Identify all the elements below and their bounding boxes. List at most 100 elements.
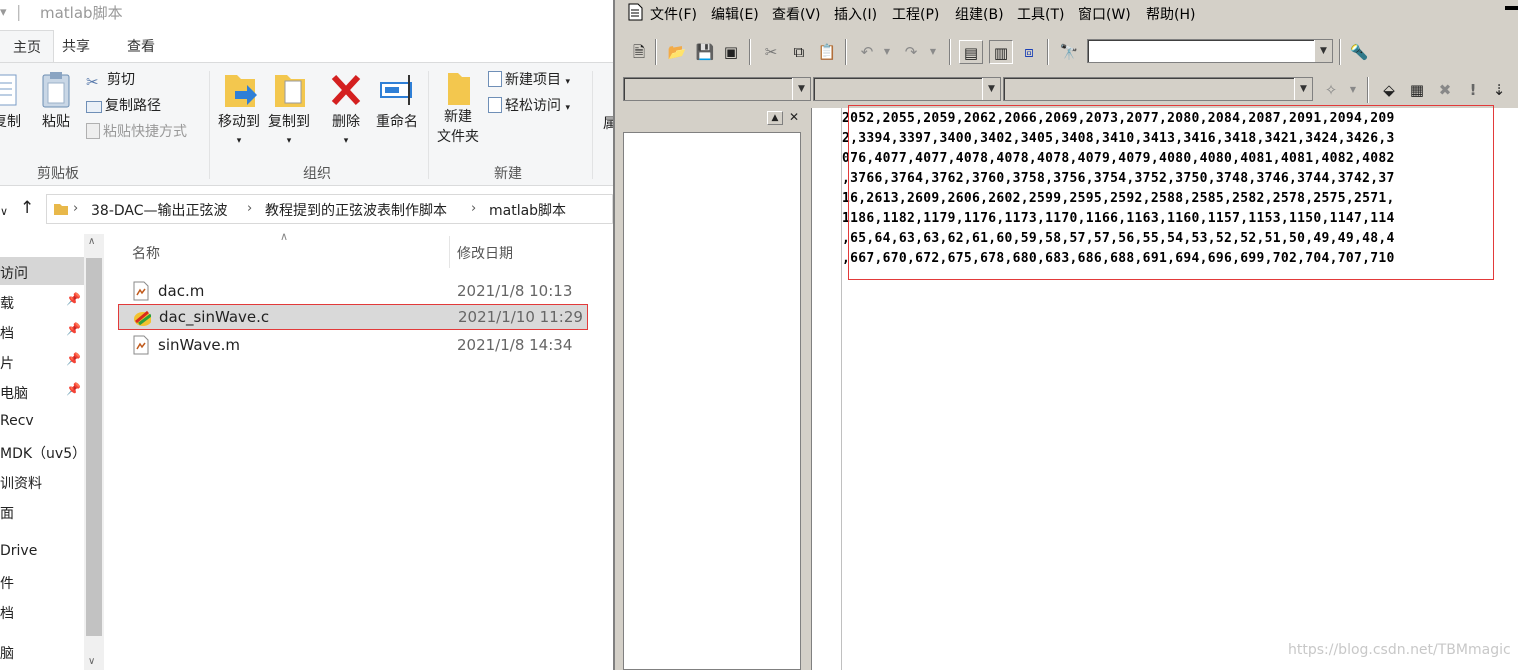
new-folder-button[interactable]: 新建 文件夹 <box>432 69 484 147</box>
delete-button[interactable]: 删除 ▾ <box>324 69 368 147</box>
menu-help[interactable]: 帮助(H) <box>1146 4 1195 24</box>
copy-button[interactable]: 复制 <box>0 71 22 131</box>
menu-file[interactable]: 文件(F) <box>650 4 697 24</box>
copy-path-button[interactable]: 复制路径 <box>86 95 161 115</box>
workspace-restore-icon[interactable]: ▲ <box>767 111 783 125</box>
minimize-icon[interactable] <box>1505 6 1518 10</box>
nav-item-recv[interactable]: Recv <box>0 413 34 429</box>
menu-edit[interactable]: 编辑(E) <box>711 4 759 24</box>
wizard-action-dropdown-icon[interactable]: ▼ <box>1341 78 1365 102</box>
compile-icon[interactable]: ⬙ <box>1377 78 1401 102</box>
save-all-icon[interactable]: ▣ <box>719 40 743 64</box>
paste-button[interactable]: 粘贴 <box>36 71 76 131</box>
breadcrumb-item-dac[interactable]: 38-DAC—输出正弦波 <box>91 200 228 220</box>
class-combo-dropdown-icon[interactable]: ▼ <box>792 78 810 100</box>
new-item-button[interactable]: 新建项目 ▾ <box>488 69 570 89</box>
column-header-date[interactable]: 修改日期 <box>457 243 513 263</box>
member-combo[interactable]: ▼ <box>1003 77 1313 101</box>
copy-to-button[interactable]: 复制到 ▾ <box>264 69 314 147</box>
workspace-toggle-icon[interactable]: ▤ <box>959 40 983 64</box>
nav-item-onedrive[interactable]: Drive <box>0 543 37 559</box>
properties-button-partial[interactable]: 属 <box>603 113 613 133</box>
output-toggle-icon[interactable]: ▥ <box>989 40 1013 64</box>
tab-home[interactable]: 主页 <box>0 30 54 63</box>
find-icon[interactable]: 🔦 <box>1347 40 1371 64</box>
move-to-icon <box>225 75 257 107</box>
wizard-action-icon[interactable]: ✧ <box>1319 78 1343 102</box>
sort-ascending-icon: ∧ <box>280 230 289 243</box>
menu-window[interactable]: 窗口(W) <box>1078 4 1131 24</box>
undo-dropdown-icon[interactable]: ▼ <box>875 40 899 64</box>
nav-item-mdk[interactable]: MDK（uv5） <box>0 443 86 463</box>
paste-shortcut-button[interactable]: 粘贴快捷方式 <box>86 121 187 141</box>
nav-item-quick-access[interactable]: 访问 <box>0 263 28 283</box>
find-in-files-icon[interactable]: 🔭 <box>1057 40 1081 64</box>
nav-item-computer[interactable]: 脑 <box>0 643 14 663</box>
rename-button[interactable]: 重命名 <box>372 69 422 131</box>
scroll-down-icon[interactable]: ∨ <box>88 656 95 667</box>
copy-icon[interactable]: ⧉ <box>787 40 811 64</box>
new-text-file-icon[interactable]: 🗎 <box>627 40 651 64</box>
class-combo[interactable]: ▼ <box>623 77 811 101</box>
nav-item-downloads[interactable]: 载 <box>0 293 14 313</box>
cut-button[interactable]: ✂ 剪切 <box>86 69 135 91</box>
paste-icon[interactable]: 📋 <box>815 40 839 64</box>
nav-item-files[interactable]: 件 <box>0 573 14 593</box>
breadcrumb-separator-icon: › <box>471 201 477 216</box>
tab-share[interactable]: 共享 <box>62 36 90 56</box>
nav-item-documents[interactable]: 档 <box>0 323 14 343</box>
up-arrow-icon[interactable]: ↑ <box>20 198 34 218</box>
screen: { "explorer": { "title": "matlab脚本", "ta… <box>0 0 1518 670</box>
scroll-up-icon[interactable]: ∧ <box>88 236 95 247</box>
workspace-tree[interactable] <box>623 132 801 670</box>
move-to-label: 移动到 <box>218 114 260 130</box>
pin-icon: 📌 <box>66 322 81 336</box>
open-folder-icon[interactable]: 📂 <box>665 40 689 64</box>
execute-icon[interactable]: ! <box>1461 78 1485 102</box>
move-to-button[interactable]: 移动到 ▾ <box>214 69 264 147</box>
dropdown-icon[interactable]: ▾ <box>0 5 7 20</box>
breadcrumb-item-matlab[interactable]: matlab脚本 <box>489 200 566 220</box>
document-icon <box>628 3 643 21</box>
tab-view[interactable]: 查看 <box>127 36 155 56</box>
menu-view[interactable]: 查看(V) <box>772 4 821 24</box>
menu-project[interactable]: 工程(P) <box>892 4 939 24</box>
file-row-selected[interactable]: dac_sinWave.c 2021/1/10 11:29 <box>118 304 588 330</box>
save-icon[interactable]: 💾 <box>693 40 717 64</box>
explorer-titlebar: ▾ | matlab脚本 <box>0 0 613 30</box>
c-source-file-icon <box>134 310 151 326</box>
wizard-toolbar: ▼ ▼ ▼ ✧ ▼ ⬙ ▦ ✖ ! ⇣ <box>615 72 1518 108</box>
breadcrumb[interactable]: › 38-DAC—输出正弦波 › 教程提到的正弦波表制作脚本 › matlab脚… <box>46 194 613 224</box>
breadcrumb-item-script[interactable]: 教程提到的正弦波表制作脚本 <box>265 200 447 220</box>
file-explorer-window: ▾ | matlab脚本 主页 共享 查看 复制 粘贴 ✂ 剪切 复制路径 粘贴快… <box>0 0 613 670</box>
file-row[interactable]: sinWave.m 2021/1/8 14:34 <box>118 332 588 358</box>
chevron-down-icon[interactable]: ∨ <box>0 205 8 218</box>
workspace-close-icon[interactable]: ✕ <box>787 111 801 125</box>
column-header-name[interactable]: 名称 <box>132 243 160 263</box>
nav-item-pictures[interactable]: 片 <box>0 353 14 373</box>
build-icon[interactable]: ▦ <box>1405 78 1429 102</box>
ribbon-group-separator <box>428 71 429 179</box>
redo-icon[interactable]: ↷ <box>899 40 923 64</box>
menu-build[interactable]: 组建(B) <box>955 4 1004 24</box>
nav-scrollbar-thumb[interactable] <box>86 258 102 636</box>
redo-dropdown-icon[interactable]: ▼ <box>921 40 945 64</box>
menu-tools[interactable]: 工具(T) <box>1017 4 1064 24</box>
go-icon[interactable]: ⇣ <box>1487 78 1511 102</box>
file-row[interactable]: dac.m 2021/1/8 10:13 <box>118 278 588 304</box>
window-list-icon[interactable]: ⧈ <box>1017 40 1041 64</box>
filter-combo[interactable]: ▼ <box>813 77 1001 101</box>
filter-combo-dropdown-icon[interactable]: ▼ <box>982 78 1000 100</box>
cut-icon[interactable]: ✂ <box>759 40 783 64</box>
nav-item-this-pc[interactable]: 电脑 <box>0 383 28 403</box>
nav-item-training[interactable]: 训资料 <box>0 473 42 493</box>
paste-shortcut-icon <box>86 123 100 139</box>
menu-insert[interactable]: 插入(I) <box>834 4 877 24</box>
find-combo-dropdown-icon[interactable]: ▼ <box>1314 40 1332 62</box>
easy-access-button[interactable]: 轻松访问 ▾ <box>488 95 570 115</box>
member-combo-dropdown-icon[interactable]: ▼ <box>1294 78 1312 100</box>
find-combo[interactable]: ▼ <box>1087 39 1333 63</box>
nav-item-docs2[interactable]: 档 <box>0 603 14 623</box>
nav-item-desktop[interactable]: 面 <box>0 503 14 523</box>
stop-build-icon[interactable]: ✖ <box>1433 78 1457 102</box>
